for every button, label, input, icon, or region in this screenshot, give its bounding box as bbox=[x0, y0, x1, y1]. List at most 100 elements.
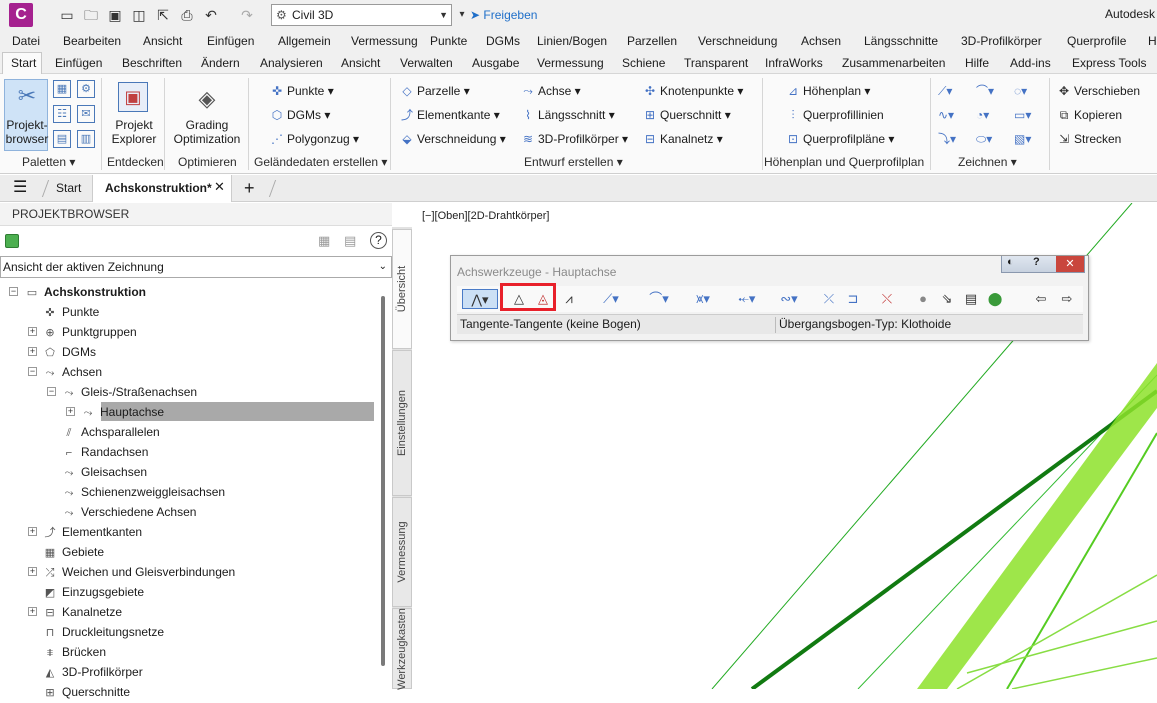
palette-menu-icon[interactable]: ◐ bbox=[1007, 256, 1014, 268]
side-tab-einstellungen[interactable]: Einstellungen bbox=[392, 350, 412, 496]
tree-node-strassenachsen[interactable]: ⤳ Gleis-/Straßenachsen bbox=[61, 382, 197, 402]
strecken-button[interactable]: ⇲ Strecken bbox=[1057, 131, 1121, 147]
tab-add-ins[interactable]: Add-ins bbox=[1010, 55, 1051, 71]
tab-hilfe[interactable]: Hilfe bbox=[965, 55, 989, 71]
expand-icon[interactable]: + bbox=[66, 407, 75, 416]
curve-tools-icon[interactable]: ⌒▾ bbox=[641, 289, 677, 309]
tree-node-achsen[interactable]: ⤳ Achsen bbox=[42, 362, 102, 382]
reverse-curve-icon[interactable]: ∾▾ bbox=[771, 289, 807, 309]
break-apart-pi-icon[interactable]: ⩘ bbox=[559, 289, 579, 309]
tab-transparent[interactable]: Transparent bbox=[684, 55, 748, 71]
palette-icon-4[interactable]: ✉ bbox=[77, 105, 95, 123]
tree-node-einzugsgebiete[interactable]: ◩ Einzugsgebiete bbox=[42, 582, 144, 602]
menu-linien-bogen[interactable]: Linien/Bogen bbox=[537, 33, 607, 49]
palette-icon-5[interactable]: ▤ bbox=[53, 130, 71, 148]
open-folder-icon[interactable]: 🗀 bbox=[82, 6, 100, 24]
design-check-icon[interactable]: ⬤ bbox=[985, 289, 1005, 309]
print-icon[interactable]: ⎙ bbox=[178, 6, 196, 24]
tab-express-tools[interactable]: Express Tools bbox=[1072, 55, 1146, 71]
new-file-icon[interactable]: ▭ bbox=[58, 6, 76, 24]
hamburger-menu-icon[interactable]: ☰ bbox=[13, 179, 27, 197]
tree-node-punktgruppen[interactable]: ⊕ Punktgruppen bbox=[42, 322, 136, 342]
app-logo[interactable]: C bbox=[9, 3, 33, 27]
querprofilplaene-button[interactable]: ⊡ Querprofilpläne ▾ bbox=[786, 131, 894, 147]
view-select[interactable]: Ansicht der aktiven Zeichnung ⌄ bbox=[0, 256, 392, 278]
tree-node-weichen[interactable]: ⤮ Weichen und Gleisverbindungen bbox=[42, 562, 236, 582]
panel-entwurf[interactable]: Entwurf erstellen ▾ bbox=[524, 155, 623, 169]
draw-polyline-icon[interactable]: ⌒▾ bbox=[976, 83, 994, 99]
palette-icon-2[interactable]: ⚙ bbox=[77, 80, 95, 98]
tree-scrollbar[interactable] bbox=[381, 296, 385, 666]
querprofillinien-button[interactable]: ⫶ Querprofillinien bbox=[786, 107, 883, 123]
tree-node-querschnitte[interactable]: ⊞ Querschnitte bbox=[42, 682, 130, 702]
knotenpunkte-button[interactable]: ✣ Knotenpunkte ▾ bbox=[643, 83, 743, 99]
palette-close-icon[interactable]: ✕ bbox=[1056, 256, 1084, 272]
menu-querprofile[interactable]: Querprofile bbox=[1067, 33, 1126, 49]
line-tools-icon[interactable]: ⟋▾ bbox=[593, 289, 629, 309]
redo-arrow-icon[interactable]: ⇨ bbox=[1057, 289, 1077, 309]
polygonzug-button[interactable]: ⋰ Polygonzug ▾ bbox=[270, 131, 359, 147]
doc-tab-start[interactable]: Start bbox=[56, 181, 81, 195]
menu-parzellen[interactable]: Parzellen bbox=[627, 33, 677, 49]
tree-node-achskonstruktion[interactable]: ▭ Achskonstruktion bbox=[24, 282, 146, 302]
kanalnetz-button[interactable]: ⊟ Kanalnetz ▾ bbox=[643, 131, 723, 147]
export-icon[interactable]: ⇱ bbox=[154, 6, 172, 24]
workspace-select[interactable]: ⚙ Civil 3D ▼ bbox=[271, 4, 452, 26]
tree-node-hauptachse[interactable]: ⤳ Hauptachse bbox=[80, 402, 164, 422]
tree-node-druckleitung[interactable]: ⊓ Druckleitungsnetze bbox=[42, 622, 164, 642]
palette-icon-6[interactable]: ▥ bbox=[77, 130, 95, 148]
tree-node-punkte[interactable]: ✜ Punkte bbox=[42, 302, 99, 322]
menu-3d-profilkoerper[interactable]: 3D-Profilkörper bbox=[961, 33, 1042, 49]
menu-datei[interactable]: Datei bbox=[12, 33, 40, 49]
menu-verschneidung[interactable]: Verschneidung bbox=[698, 33, 777, 49]
tree-node-kanalnetze[interactable]: ⊟ Kanalnetze bbox=[42, 602, 122, 622]
panel-paletten[interactable]: Paletten ▾ bbox=[22, 155, 75, 169]
tab-analysieren[interactable]: Analysieren bbox=[260, 55, 323, 71]
grading-optimization-icon[interactable]: ◈ bbox=[192, 86, 222, 112]
palette-icon-1[interactable]: ▦ bbox=[53, 80, 71, 98]
tree-node-gebiete[interactable]: ▦ Gebiete bbox=[42, 542, 104, 562]
expand-icon[interactable]: + bbox=[28, 327, 37, 336]
panel-gelaendedaten[interactable]: Geländedaten erstellen ▾ bbox=[254, 155, 387, 169]
line-curve-icon[interactable]: ⩙▾ bbox=[685, 289, 721, 309]
draw-rectangle-icon[interactable]: ▭▾ bbox=[1014, 107, 1031, 123]
tangent-tangent-tool-icon[interactable]: ⋀▾ bbox=[462, 289, 498, 309]
laengsschnitt-button[interactable]: ⌇ Längsschnitt ▾ bbox=[521, 107, 615, 123]
tab-start[interactable]: Start bbox=[11, 55, 36, 71]
menu-laengsschnitte[interactable]: Längsschnitte bbox=[864, 33, 938, 49]
tree-node-schienenzweig[interactable]: ⤳ Schienenzweiggleisachsen bbox=[61, 482, 226, 502]
save-icon[interactable]: ▣ bbox=[106, 6, 124, 24]
tab-aendern[interactable]: Ändern bbox=[201, 55, 240, 71]
project-explorer-icon[interactable]: ▣ bbox=[118, 82, 148, 112]
menu-h[interactable]: H bbox=[1148, 33, 1157, 49]
palette-help-icon[interactable]: ? bbox=[1033, 256, 1040, 268]
menu-vermessung[interactable]: Vermessung bbox=[351, 33, 418, 49]
draw-arc-icon[interactable]: ◔▾ bbox=[976, 107, 989, 123]
tab-beschriften[interactable]: Beschriften bbox=[122, 55, 182, 71]
delete-subentity-icon[interactable]: ⤬ bbox=[877, 289, 897, 309]
expand-icon[interactable]: + bbox=[28, 607, 37, 616]
side-tab-werkzeugkasten[interactable]: Werkzeugkasten bbox=[392, 608, 412, 689]
reverse-direction-icon[interactable]: ⊐ bbox=[843, 289, 863, 309]
menu-allgemein[interactable]: Allgemein bbox=[278, 33, 331, 49]
close-icon[interactable]: ✕ bbox=[214, 179, 225, 195]
tree-node-profilkoerper[interactable]: ◭ 3D-Profilkörper bbox=[42, 662, 143, 682]
collapse-icon[interactable]: − bbox=[28, 367, 37, 376]
menu-dgms[interactable]: DGMs bbox=[486, 33, 520, 49]
project-explorer-label[interactable]: Projekt Explorer bbox=[106, 118, 162, 146]
menu-bearbeiten[interactable]: Bearbeiten bbox=[63, 33, 121, 49]
help-icon[interactable]: ? bbox=[370, 232, 387, 249]
tree-node-verschiedene[interactable]: ⤳ Verschiedene Achsen bbox=[61, 502, 197, 522]
expand-icon[interactable]: + bbox=[28, 567, 37, 576]
collapse-icon[interactable]: − bbox=[9, 287, 18, 296]
parzelle-button[interactable]: ◇ Parzelle ▾ bbox=[400, 83, 469, 99]
undo-arrow-icon[interactable]: ⇦ bbox=[1031, 289, 1051, 309]
tree-node-randachsen[interactable]: ⌐ Randachsen bbox=[61, 442, 149, 462]
tree-node-achsparallelen[interactable]: ⫽ Achsparallelen bbox=[61, 422, 160, 442]
tree-node-bruecken[interactable]: ⩨ Brücken bbox=[42, 642, 106, 662]
doc-tab-active[interactable]: Achskonstruktion* ✕ bbox=[92, 175, 232, 202]
tab-einfuegen[interactable]: Einfügen bbox=[55, 55, 102, 71]
draw-spline-icon[interactable]: ∿▾ bbox=[938, 107, 954, 123]
menu-ansicht[interactable]: Ansicht bbox=[143, 33, 182, 49]
undo-icon[interactable]: ↶ bbox=[202, 6, 220, 24]
